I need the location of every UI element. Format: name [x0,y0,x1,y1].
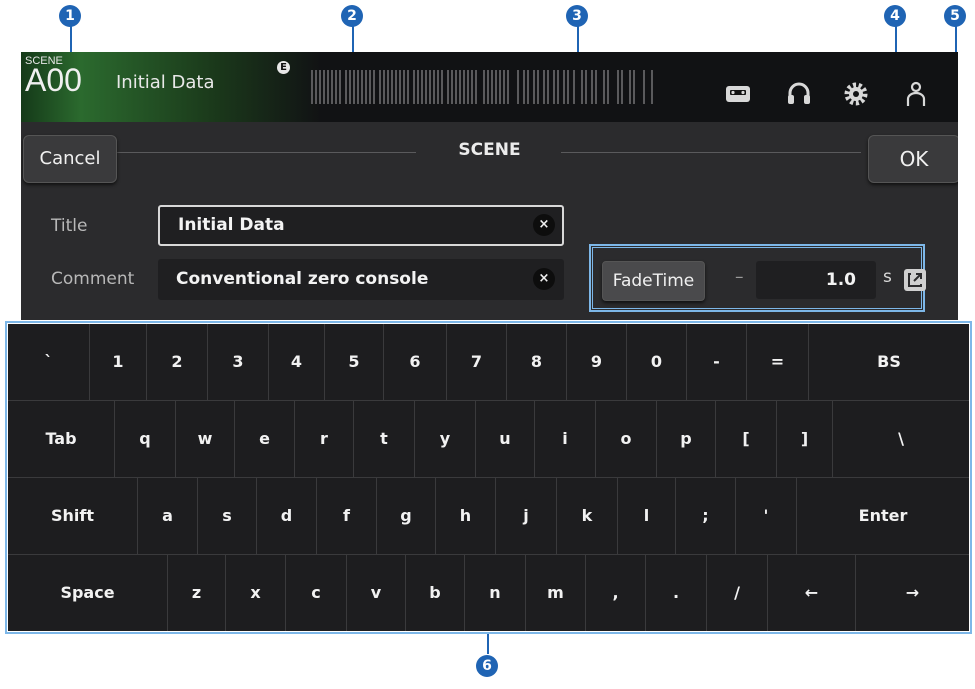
key-p[interactable]: p [657,401,716,477]
title-label: Title [51,216,88,236]
key-d[interactable]: d [257,478,317,554]
key-5[interactable]: 5 [325,324,384,400]
key-h[interactable]: h [436,478,496,554]
key-space[interactable]: Space [8,555,168,631]
title-clear-button[interactable]: × [533,214,555,236]
key-comma[interactable]: , [586,555,646,631]
key-4[interactable]: 4 [269,324,325,400]
edited-badge: E [277,61,290,74]
scene-screen: SCENE A00 Initial Data E SCENE Cancel OK… [21,52,958,320]
key-t[interactable]: t [354,401,415,477]
key-i[interactable]: i [535,401,596,477]
key-6[interactable]: 6 [384,324,447,400]
callout-1: 1 [59,5,81,27]
key-b[interactable]: b [406,555,465,631]
scene-name[interactable]: Initial Data [116,72,215,93]
user-icon[interactable] [901,78,931,108]
key-semicolon[interactable]: ; [676,478,736,554]
callout-6-line [487,632,489,654]
key-q[interactable]: q [115,401,176,477]
key-1[interactable]: 1 [90,324,147,400]
key-x[interactable]: x [226,555,286,631]
key-0[interactable]: 0 [627,324,687,400]
on-screen-keyboard: ` 1 2 3 4 5 6 7 8 9 0 - = BS Tab q w e r… [8,324,969,631]
key-l[interactable]: l [618,478,676,554]
key-slash[interactable]: / [707,555,768,631]
cancel-button[interactable]: Cancel [23,135,117,183]
key-o[interactable]: o [596,401,657,477]
key-a[interactable]: a [138,478,198,554]
key-backspace[interactable]: BS [809,324,969,400]
key-enter[interactable]: Enter [797,478,969,554]
comment-clear-button[interactable]: × [533,268,555,290]
key-9[interactable]: 9 [567,324,627,400]
key-left-arrow[interactable]: ← [768,555,856,631]
key-v[interactable]: v [347,555,406,631]
top-bar: SCENE A00 Initial Data E [21,52,958,122]
fade-time-value[interactable]: 1.0 [756,261,876,299]
key-backtick[interactable]: ` [8,324,90,400]
key-3[interactable]: 3 [208,324,269,400]
key-period[interactable]: . [646,555,707,631]
key-open-bracket[interactable]: [ [716,401,777,477]
key-f[interactable]: f [317,478,377,554]
level-meters [311,70,653,104]
ok-button[interactable]: OK [868,135,958,183]
dialog-title: SCENE [458,140,521,160]
key-j[interactable]: j [496,478,557,554]
key-s[interactable]: s [198,478,257,554]
key-quote[interactable]: ' [736,478,797,554]
title-input[interactable]: Initial Data [158,205,564,246]
fade-time-dash: – [735,267,744,287]
recorder-icon[interactable] [723,78,753,108]
key-e[interactable]: e [235,401,295,477]
callout-3: 3 [566,5,588,27]
gear-icon[interactable] [841,78,871,108]
key-shift[interactable]: Shift [8,478,138,554]
key-minus[interactable]: - [687,324,747,400]
key-c[interactable]: c [286,555,347,631]
callout-2: 2 [341,5,363,27]
callout-5: 5 [944,5,966,27]
fade-time-unit: s [883,267,892,287]
callout-6: 6 [476,655,498,677]
key-7[interactable]: 7 [447,324,507,400]
key-2[interactable]: 2 [147,324,208,400]
comment-input[interactable]: Conventional zero console [158,259,564,300]
key-w[interactable]: w [176,401,235,477]
comment-label: Comment [51,269,135,289]
key-right-arrow[interactable]: → [856,555,969,631]
key-z[interactable]: z [168,555,226,631]
external-edit-icon[interactable] [904,269,926,291]
key-y[interactable]: y [415,401,476,477]
key-n[interactable]: n [465,555,526,631]
key-m[interactable]: m [526,555,586,631]
key-backslash[interactable]: \ [833,401,969,477]
key-g[interactable]: g [377,478,436,554]
key-k[interactable]: k [557,478,618,554]
key-tab[interactable]: Tab [8,401,115,477]
headphones-icon[interactable] [784,78,814,108]
key-equals[interactable]: = [747,324,809,400]
callout-4: 4 [884,5,906,27]
key-close-bracket[interactable]: ] [777,401,833,477]
key-u[interactable]: u [476,401,535,477]
scene-number[interactable]: A00 [25,62,82,99]
key-r[interactable]: r [295,401,354,477]
fade-time-button[interactable]: FadeTime [602,261,705,301]
key-8[interactable]: 8 [507,324,567,400]
